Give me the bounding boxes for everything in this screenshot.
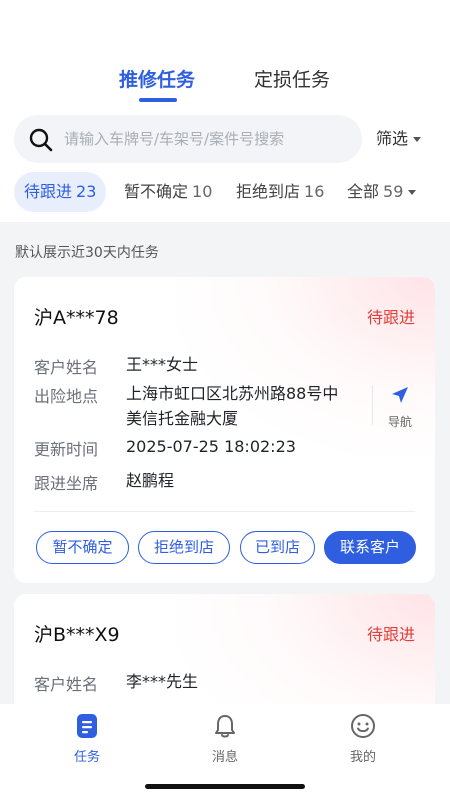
card-plate: 沪A***78 <box>34 307 119 329</box>
agent-value: 赵鹏程 <box>126 471 175 490</box>
status-badge: 待跟进 <box>366 308 415 327</box>
card-plate: 沪B***X9 <box>34 624 120 646</box>
tab-label: 消息 <box>211 750 238 765</box>
top-tabs: 推修任务 定损任务 <box>0 66 450 106</box>
active-tab-indicator <box>139 98 177 102</box>
chevron-down-icon <box>408 190 417 195</box>
tab-repair-tasks[interactable]: 推修任务 <box>119 66 195 94</box>
home-indicator <box>145 784 305 789</box>
navigate-label: 导航 <box>387 415 412 429</box>
bottom-tab-tasks[interactable]: 任务 <box>57 712 117 765</box>
filter-dropdown[interactable]: 筛选 <box>376 127 422 151</box>
customer-name-label: 客户姓名 <box>34 358 99 377</box>
updated-value: 2025-07-25 18:02:23 <box>126 437 296 456</box>
divider <box>34 511 415 512</box>
bottom-tab-messages[interactable]: 消息 <box>195 712 255 765</box>
uncertain-button[interactable]: 暂不确定 <box>36 531 129 564</box>
chip-count: 10 <box>192 182 213 201</box>
contact-customer-button[interactable]: 联系客户 <box>324 531 416 564</box>
chip-count: 16 <box>304 182 325 201</box>
date-range-note: 默认展示近30天内任务 <box>15 245 159 261</box>
navigate-button[interactable]: 导航 <box>383 385 417 430</box>
search-icon <box>28 127 54 153</box>
search-input[interactable] <box>64 115 354 163</box>
status-badge: 待跟进 <box>366 625 415 644</box>
task-card[interactable]: 沪A***78 待跟进 客户姓名 王***女士 出险地点 上海市虹口区北苏州路8… <box>14 277 435 583</box>
location-value-line1: 上海市虹口区北苏州路88号中 <box>126 384 339 403</box>
location-label: 出险地点 <box>34 387 99 406</box>
arrived-button[interactable]: 已到店 <box>240 531 315 564</box>
chip-count: 59 <box>383 182 404 201</box>
chevron-down-icon <box>413 137 422 142</box>
location-value-line2: 美信托金融大厦 <box>126 409 239 428</box>
chip-label: 拒绝到店 <box>236 182 301 201</box>
customer-name-value: 李***先生 <box>126 672 199 691</box>
refuse-visit-button[interactable]: 拒绝到店 <box>138 531 230 564</box>
filter-label: 筛选 <box>376 129 409 148</box>
chip-label: 暂不确定 <box>124 182 189 201</box>
bell-icon <box>211 715 239 744</box>
customer-name-value: 王***女士 <box>126 355 199 374</box>
chip-label: 待跟进 <box>24 182 73 201</box>
task-icon <box>73 714 101 744</box>
tab-loss-tasks[interactable]: 定损任务 <box>254 66 330 94</box>
status-chip-refused[interactable]: 拒绝到店 16 <box>236 172 324 212</box>
chip-count: 23 <box>76 182 97 201</box>
status-chip-uncertain[interactable]: 暂不确定 10 <box>124 172 212 212</box>
divider <box>372 385 373 425</box>
bottom-tab-mine[interactable]: 我的 <box>333 712 393 765</box>
navigation-arrow-icon <box>390 387 410 409</box>
status-chip-pending[interactable]: 待跟进 23 <box>14 172 107 212</box>
status-chip-all[interactable]: 全部 59 <box>347 172 417 212</box>
chip-label: 全部 <box>347 182 380 201</box>
smiley-icon <box>349 714 377 744</box>
tab-label: 任务 <box>73 750 100 765</box>
customer-name-label: 客户姓名 <box>34 675 99 694</box>
agent-label: 跟进坐席 <box>34 474 99 493</box>
tab-label: 我的 <box>349 750 376 765</box>
search-box[interactable] <box>14 115 362 163</box>
updated-label: 更新时间 <box>34 440 99 459</box>
status-filter-row: 待跟进 23 暂不确定 10 拒绝到店 16 全部 59 <box>0 172 450 212</box>
